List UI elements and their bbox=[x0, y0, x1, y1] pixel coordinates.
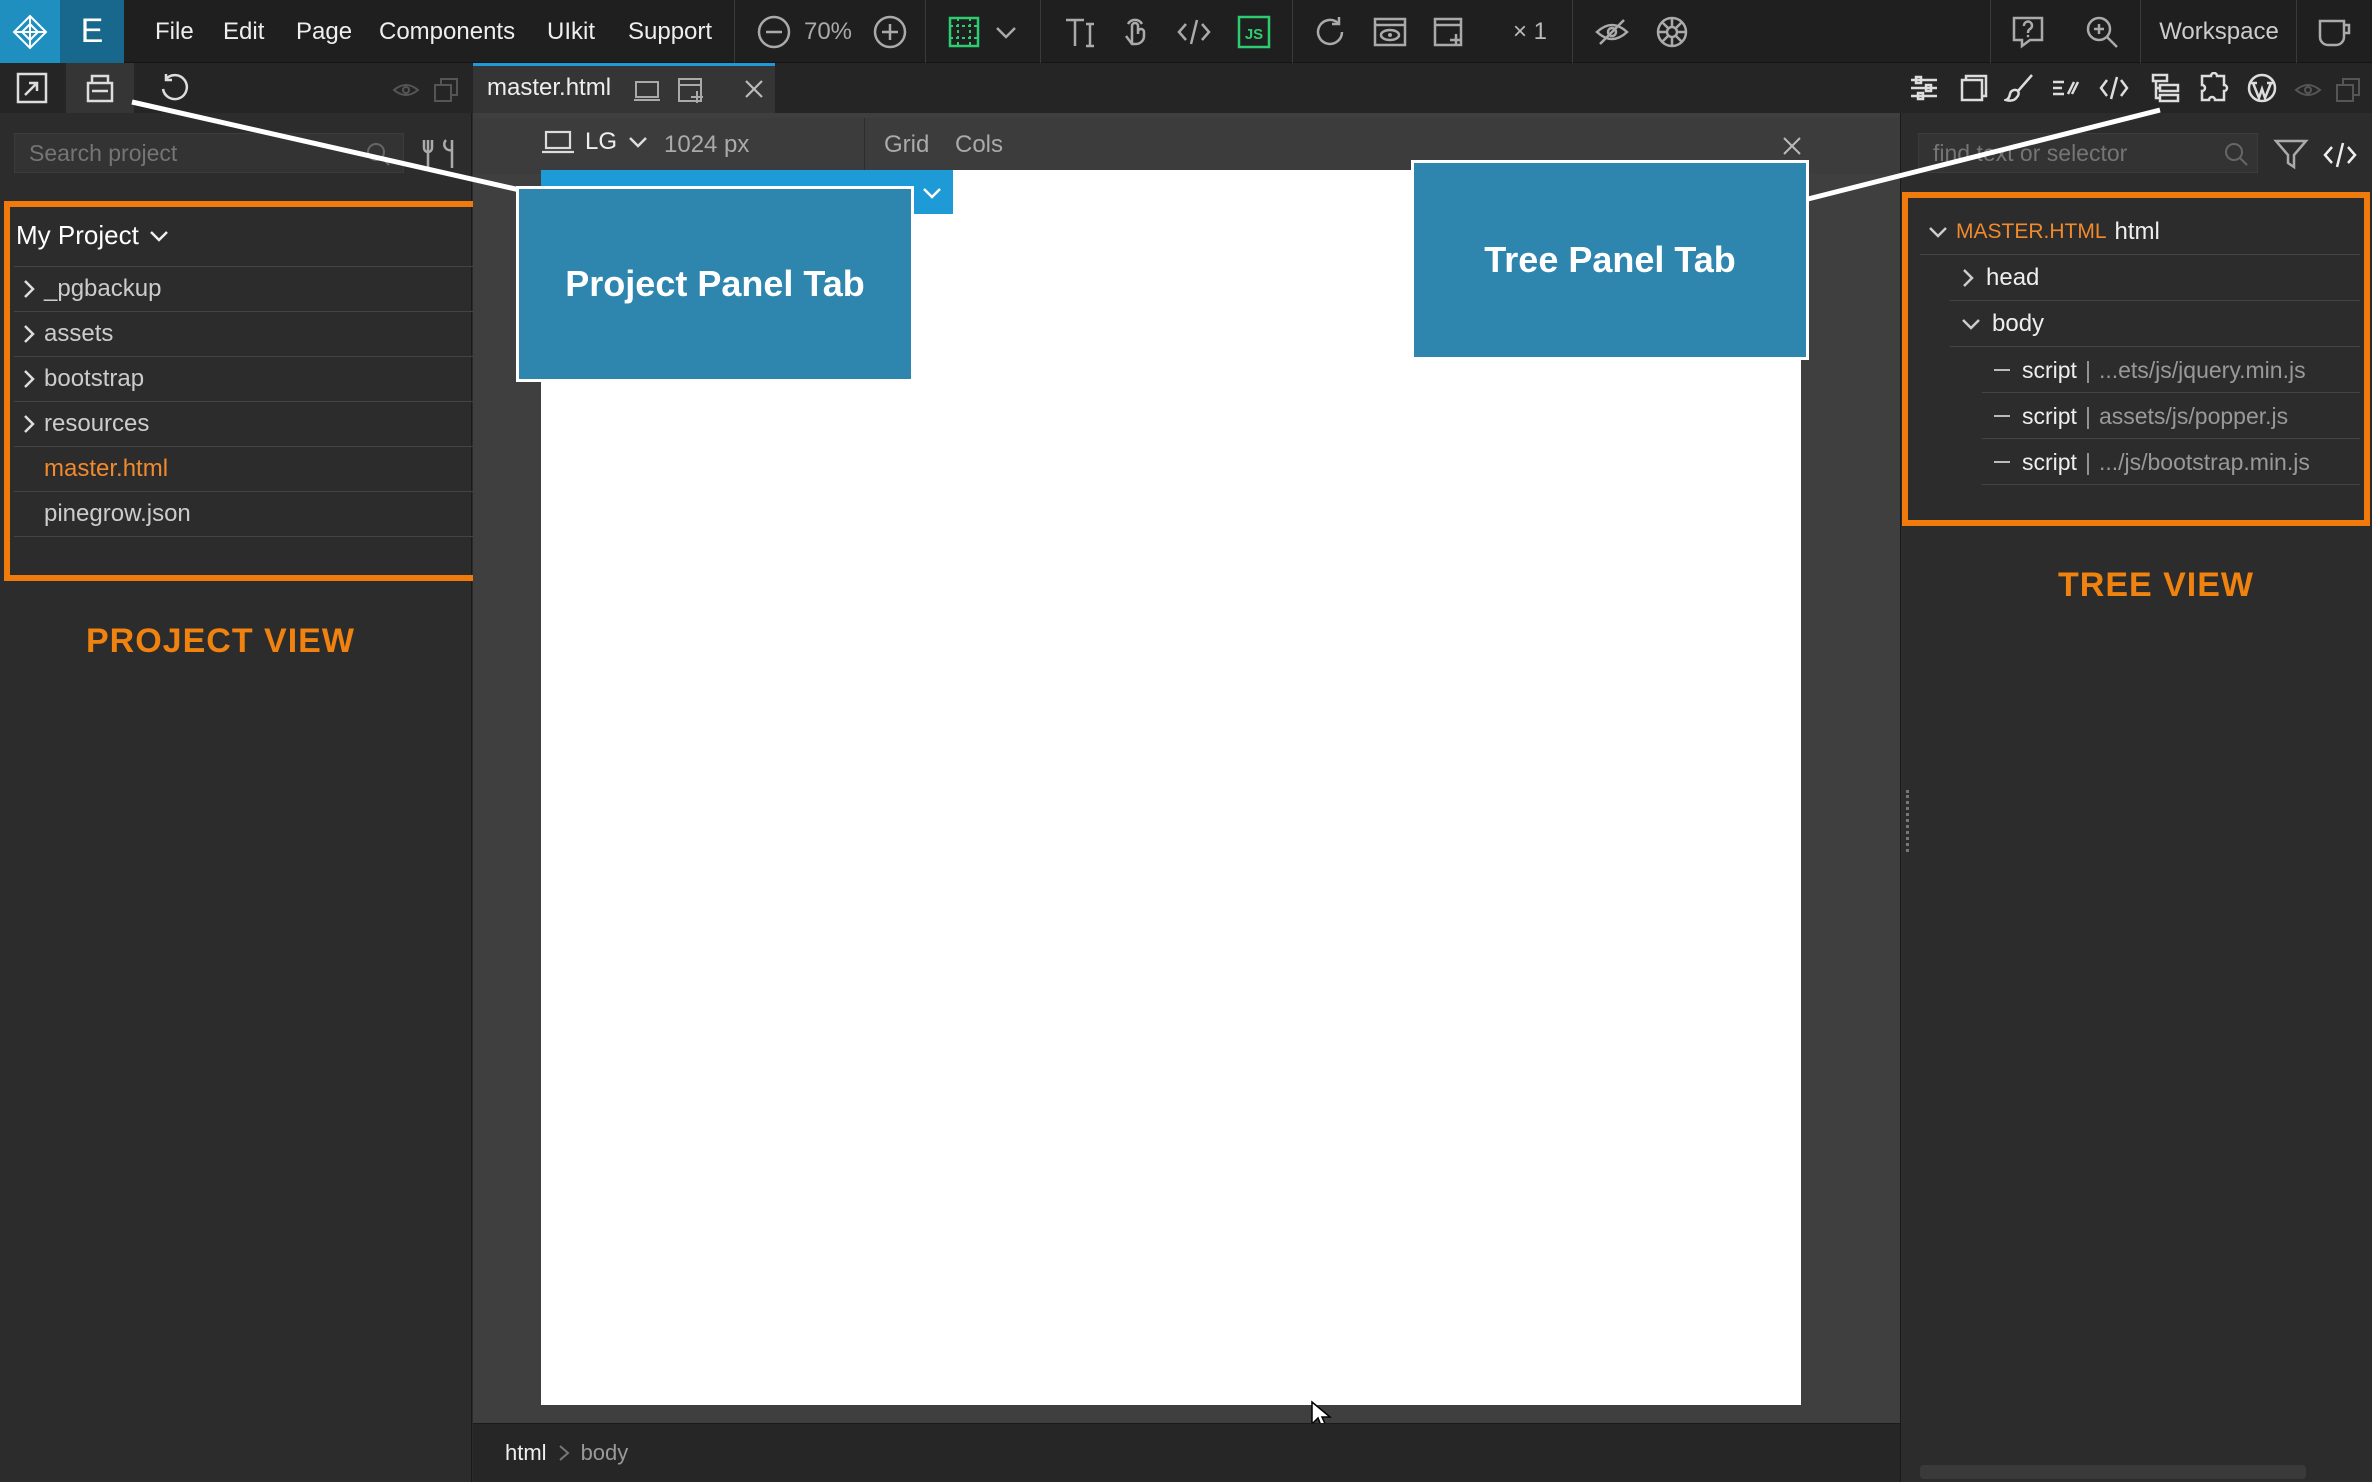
callout-text: Tree Panel Tab bbox=[1484, 239, 1736, 280]
callout-lines bbox=[131, 99, 2161, 203]
tree-panel-tab-callout: Tree Panel Tab bbox=[1411, 160, 1809, 360]
callout-text: Project Panel Tab bbox=[565, 263, 865, 304]
tree-callout-line bbox=[1803, 107, 2161, 203]
project-panel-tab-callout: Project Panel Tab bbox=[516, 186, 914, 382]
project-callout-line bbox=[131, 99, 521, 193]
